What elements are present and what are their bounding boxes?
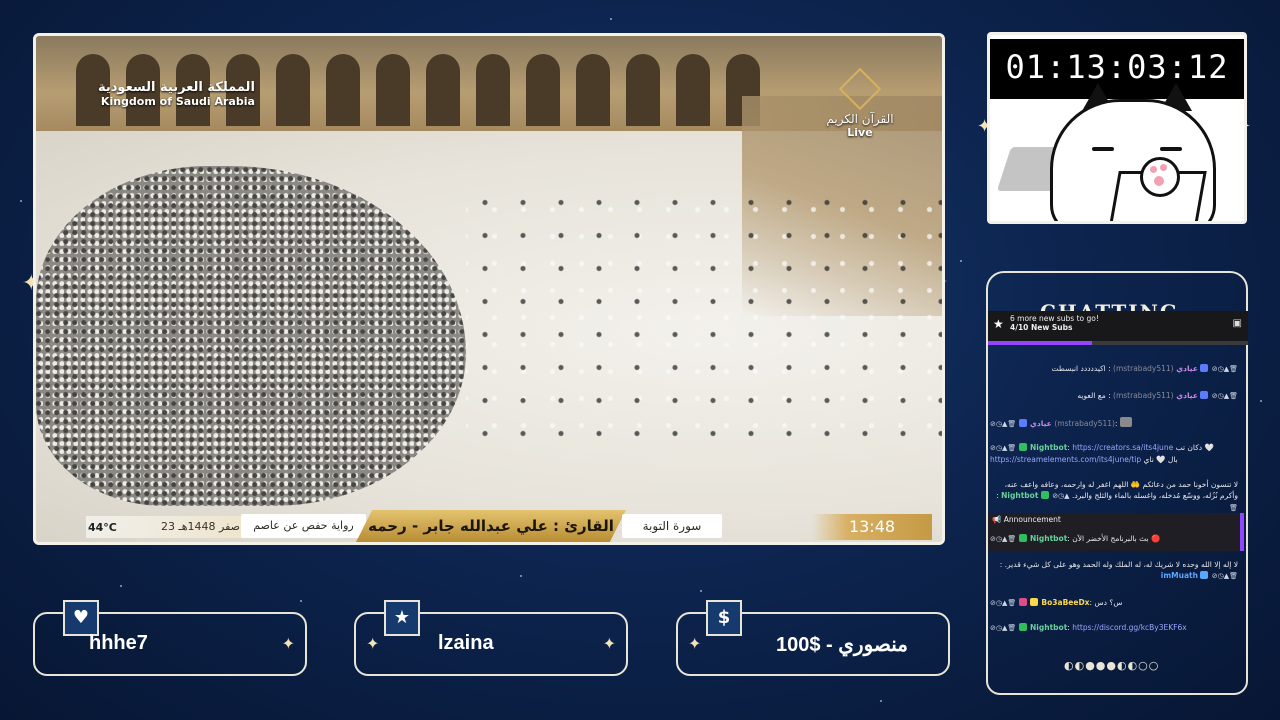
mod-icons[interactable]: ⊘◷▲🗑	[990, 420, 1016, 428]
reader-label: القارئ : علي عبدالله جابر - رحمه الله	[356, 510, 626, 542]
star-icon: ★	[993, 317, 1004, 331]
verified-badge-icon	[1018, 443, 1027, 451]
verified-badge-icon	[1018, 623, 1027, 631]
latest-subscriber-card: ★ lzaina ✦ ✦	[354, 600, 628, 676]
mod-icons[interactable]: ⊘◷▲🗑	[990, 624, 1016, 632]
sub-goal-count: 4/10 New Subs	[1010, 323, 1073, 332]
chat-handle: (mstrabady511)	[1054, 419, 1115, 428]
video-scene-pilgrims	[466, 186, 942, 446]
sub-goal-headline: 6 more new subs to go!	[1010, 314, 1099, 323]
badge-icon	[1030, 598, 1039, 606]
quran-logo-icon	[838, 67, 882, 111]
gift-icon[interactable]: ▣	[1233, 318, 1242, 329]
latest-subscriber-name: lzaina	[438, 632, 494, 654]
country-name-ar: المملكة العربية السعودية	[98, 80, 255, 95]
live-label: Live	[847, 126, 873, 139]
channel-logo: القرآن الكريم Live	[824, 67, 896, 139]
badge-icon	[1018, 419, 1027, 427]
chat-text: دكان تب 🤍	[1175, 443, 1214, 452]
country-name-en: Kingdom of Saudi Arabia	[100, 95, 255, 108]
badge-icon	[1018, 598, 1027, 606]
badge-icon	[1200, 391, 1209, 399]
chat-link[interactable]: https://streamelements.com/its4june/tip	[990, 455, 1141, 464]
sparkle-icon: ✦	[366, 634, 380, 653]
star-icon: ★	[384, 600, 420, 636]
chat-text: بث بالبرنامج الأخضر الآن 🔴	[1072, 534, 1161, 543]
chat-username[interactable]: عيادي	[1176, 391, 1198, 400]
chat-handle: (mstrabady511)	[1113, 391, 1174, 400]
sub-goal-widget[interactable]: ★ 6 more new subs to go! 4/10 New Subs ▣	[988, 311, 1248, 345]
latest-follower-name: hhhe7	[89, 632, 148, 654]
mod-icons[interactable]: ⊘◷▲🗑	[1212, 572, 1238, 580]
chat-username[interactable]: Nightbot	[1030, 443, 1067, 452]
chat-message[interactable]: ⊘◷▲🗑 Nightbot: https://creators.sa/its4j…	[990, 442, 1238, 465]
chat-link[interactable]: https://creators.sa/its4june	[1072, 443, 1173, 452]
mod-icons[interactable]: ⊘◷▲🗑	[990, 535, 1016, 543]
chat-text: س؟ دس	[1094, 598, 1123, 607]
chat-username[interactable]: Nightbot	[1030, 623, 1067, 632]
chat-message[interactable]: ⊘◷▲🗑 Nightbot: https://discord.gg/kcBy3E…	[990, 622, 1238, 634]
latest-donation-amount: منصوري - $100	[776, 634, 909, 656]
chat-username[interactable]: عيادي	[1030, 419, 1052, 428]
badge-icon	[1200, 364, 1209, 372]
chat-username[interactable]: Nightbot	[1030, 534, 1067, 543]
mod-icons[interactable]: ⊘◷▲🗑	[1212, 392, 1238, 400]
chat-text: لا إله إلا الله وحده لا شريك له، له المل…	[1004, 560, 1238, 569]
latest-donation-card: $ منصوري - $100 ✦	[676, 600, 950, 676]
timer-widget: 01:13:03:12	[987, 32, 1247, 224]
chat-username[interactable]: imMuath	[1161, 571, 1198, 580]
verified-badge-icon	[1040, 491, 1049, 499]
verified-badge-icon	[1018, 534, 1027, 542]
chat-pager: ◐◐●●●◐◐○○	[1064, 659, 1160, 672]
heart-icon: ♥	[63, 600, 99, 636]
sparkle-icon: ✦	[688, 634, 702, 653]
live-video-player[interactable]: المملكة العربية السعودية Kingdom of Saud…	[33, 33, 945, 545]
chat-handle: (mstrabady511)	[1113, 364, 1174, 373]
chat-username[interactable]: Nightbot	[1001, 491, 1038, 500]
chat-link[interactable]: https://discord.gg/kcBy3EKF6x	[1072, 623, 1187, 632]
badge-icon	[1200, 571, 1209, 579]
emote-icon	[1119, 417, 1132, 427]
local-time: 13:48	[812, 514, 932, 540]
megaphone-icon: 📢	[992, 515, 1002, 524]
chat-message[interactable]: لا تنسون أخونا حمد من دعائكم 🤲 اللهم اغف…	[990, 479, 1238, 514]
cat-eye-icon	[1160, 147, 1182, 151]
stream-timer: 01:13:03:12	[990, 39, 1244, 99]
chat-message[interactable]: مع العويه : (mstrabady511) عيادي ⊘◷▲🗑	[990, 390, 1238, 402]
sub-goal-progress	[988, 341, 1248, 345]
surah-label: سورة التوبة	[622, 514, 722, 538]
announcement[interactable]: 📢 Announcement ⊘◷▲🗑 Nightbot: بث بالبرنا…	[988, 513, 1244, 551]
chat-message: ⊘◷▲🗑 Nightbot: بث بالبرنامج الأخضر الآن …	[990, 534, 1161, 543]
cat-paw-icon	[1140, 157, 1180, 197]
chat-message[interactable]: ⊘◷▲🗑 Bo3aBeeDx: س؟ دس	[990, 597, 1238, 609]
chat-message[interactable]: ⊘◷▲🗑 عيادي (mstrabady511):	[990, 417, 1238, 430]
narration-label: رواية حفص عن عاصم	[241, 514, 366, 538]
chat-username[interactable]: عيادي	[1176, 364, 1198, 373]
latest-follower-card: ♥ hhhe7 ✦	[33, 600, 307, 676]
lower-third: 23 صفر 1448هـ 44°C رواية حفص عن عاصم الق…	[36, 508, 942, 542]
chat-message[interactable]: اكيددددد انبسطت : (mstrabady511) عيادي ⊘…	[990, 363, 1238, 375]
channel-name: القرآن الكريم	[826, 112, 894, 126]
mod-icons[interactable]: ⊘◷▲🗑	[990, 444, 1016, 452]
chat-text: بال 🤍 ناي	[1143, 455, 1178, 464]
dollar-icon: $	[706, 600, 742, 636]
chat-text: اكيددددد انبسطت	[1051, 364, 1106, 373]
country-overlay: المملكة العربية السعودية Kingdom of Saud…	[98, 80, 255, 108]
sparkle-icon: ✦	[281, 634, 295, 653]
temperature: 44°C	[88, 521, 117, 534]
mod-icons[interactable]: ⊘◷▲🗑	[990, 599, 1016, 607]
chat-message[interactable]: لا إله إلا الله وحده لا شريك له، له المل…	[990, 559, 1238, 582]
mod-icons[interactable]: ⊘◷▲🗑	[1212, 365, 1238, 373]
chat-username[interactable]: Bo3aBeeDx	[1041, 598, 1089, 607]
sparkle-icon: ✦	[602, 634, 616, 653]
announcement-label: Announcement	[1003, 515, 1061, 524]
chat-text: مع العويه	[1077, 391, 1106, 400]
cat-eye-icon	[1092, 147, 1114, 151]
